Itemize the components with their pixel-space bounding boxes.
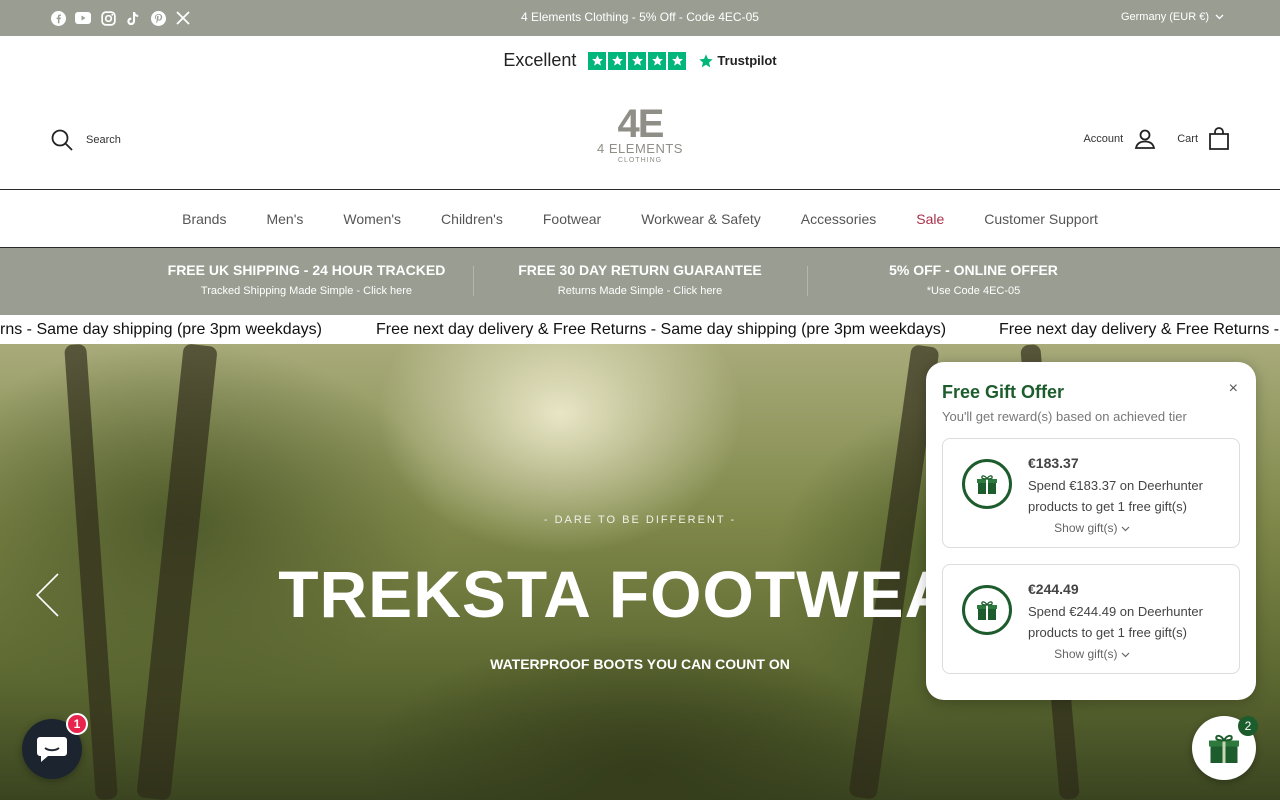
region-label: Germany (EUR €) <box>1120 11 1209 23</box>
star-icon <box>648 51 667 70</box>
star-icon <box>608 51 627 70</box>
gift-box-icon <box>1209 734 1239 763</box>
nav-item-footwear[interactable]: Footwear <box>543 211 601 227</box>
star-icon <box>668 51 687 70</box>
account-label: Account <box>1083 133 1124 145</box>
trustpilot-rating-word: Excellent <box>503 50 577 70</box>
gift-tier-description: Spend €244.49 on Deerhunter products to … <box>1028 604 1203 640</box>
gift-widget-badge: 2 <box>1238 716 1258 736</box>
account-link[interactable]: Account <box>1083 127 1157 151</box>
nav-item-mens[interactable]: Men's <box>266 211 303 227</box>
chevron-down-icon <box>1121 652 1130 658</box>
gift-box-icon <box>962 585 1012 635</box>
logo-name: 4 ELEMENTS <box>597 141 683 156</box>
nav-item-accessories[interactable]: Accessories <box>801 211 876 227</box>
announcement-bar: 4 Elements Clothing - 5% Off - Code 4EC-… <box>0 0 1280 36</box>
nav-item-brands[interactable]: Brands <box>182 211 226 227</box>
nav-item-sale[interactable]: Sale <box>916 211 944 227</box>
benefit-subtitle: Returns Made Simple - Click here <box>557 285 723 297</box>
nav-item-customer-support[interactable]: Customer Support <box>984 211 1098 227</box>
gift-tier-card: €183.37 Spend €183.37 on Deerhunter prod… <box>942 438 1240 548</box>
nav-item-childrens[interactable]: Children's <box>441 211 503 227</box>
trustpilot-logo: Trustpilot <box>698 53 777 69</box>
nav-item-womens[interactable]: Women's <box>343 211 401 227</box>
show-gifts-label: Show gift(s) <box>1054 521 1118 535</box>
cart-link[interactable]: Cart <box>1177 127 1230 151</box>
nav-item-workwear-safety[interactable]: Workwear & Safety <box>641 211 761 227</box>
star-icon <box>628 51 647 70</box>
close-icon[interactable]: × <box>1229 380 1238 398</box>
star-icon <box>588 51 607 70</box>
chat-bubble-icon <box>37 737 67 762</box>
trustpilot-brand: Trustpilot <box>717 53 777 68</box>
delivery-marquee: rns - Same day shipping (pre 3pm weekday… <box>0 315 1280 344</box>
gift-tier-card: €244.49 Spend €244.49 on Deerhunter prod… <box>942 564 1240 674</box>
benefit-returns[interactable]: FREE 30 DAY RETURN GUARANTEE Returns Mad… <box>473 262 807 297</box>
marquee-text: rns - Same day shipping (pre 3pm weekday… <box>0 321 322 338</box>
header-actions: Account Cart <box>1083 127 1230 151</box>
benefit-offer[interactable]: 5% OFF - ONLINE OFFER *Use Code 4EC-05 <box>807 262 1140 297</box>
benefit-title: FREE 30 DAY RETURN GUARANTEE <box>518 262 762 278</box>
marquee-text: Free next day delivery & Free Returns - … <box>376 321 947 338</box>
benefits-bar: FREE UK SHIPPING - 24 HOUR TRACKED Track… <box>0 248 1280 315</box>
search-button[interactable]: Search <box>50 128 121 152</box>
logo-mark: 4E <box>617 102 665 146</box>
site-logo[interactable]: 4E 4 ELEMENTS CLOTHING <box>580 102 700 165</box>
benefit-shipping[interactable]: FREE UK SHIPPING - 24 HOUR TRACKED Track… <box>140 262 473 297</box>
search-label: Search <box>86 134 121 146</box>
trustpilot-star-icon <box>699 53 714 67</box>
chat-button[interactable]: 1 <box>22 713 88 779</box>
promo-text: 4 Elements Clothing - 5% Off - Code 4EC-… <box>521 10 759 24</box>
benefit-title: FREE UK SHIPPING - 24 HOUR TRACKED <box>167 262 446 278</box>
gift-box-icon <box>962 459 1012 509</box>
trustpilot-stars <box>588 51 687 70</box>
benefit-subtitle: *Use Code 4EC-05 <box>926 285 1021 297</box>
chat-notification-badge: 1 <box>66 713 88 735</box>
gift-popup-subtitle: You'll get reward(s) based on achieved t… <box>942 409 1187 424</box>
chevron-down-icon <box>1121 526 1130 532</box>
logo-sub: CLOTHING <box>617 157 663 164</box>
search-icon <box>51 129 73 151</box>
gift-tier-amount: €183.37 <box>1028 455 1079 471</box>
benefit-title: 5% OFF - ONLINE OFFER <box>889 262 1058 278</box>
cart-label: Cart <box>1177 133 1198 145</box>
main-navigation: Brands Men's Women's Children's Footwear… <box>0 189 1280 248</box>
trustpilot-widget[interactable]: Excellent Trustpilot <box>0 50 1280 71</box>
marquee-text: Free next day delivery & Free Returns - <box>999 321 1280 338</box>
gift-popup-title: Free Gift Offer <box>942 382 1065 402</box>
gift-tier-amount: €244.49 <box>1028 581 1079 597</box>
show-gifts-toggle[interactable]: Show gift(s) <box>943 647 1241 661</box>
free-gift-popup: Free Gift Offer You'll get reward(s) bas… <box>926 362 1256 700</box>
show-gifts-label: Show gift(s) <box>1054 647 1118 661</box>
shopping-bag-icon <box>1209 127 1229 150</box>
gift-tier-description: Spend €183.37 on Deerhunter products to … <box>1028 478 1203 514</box>
show-gifts-toggle[interactable]: Show gift(s) <box>943 521 1241 535</box>
chevron-down-icon <box>1215 14 1224 20</box>
gift-widget-button[interactable]: 2 <box>1192 716 1258 780</box>
user-icon <box>1135 129 1156 149</box>
region-selector[interactable]: Germany (EUR €) <box>1121 11 1224 23</box>
benefit-subtitle: Tracked Shipping Made Simple - Click her… <box>200 285 413 297</box>
